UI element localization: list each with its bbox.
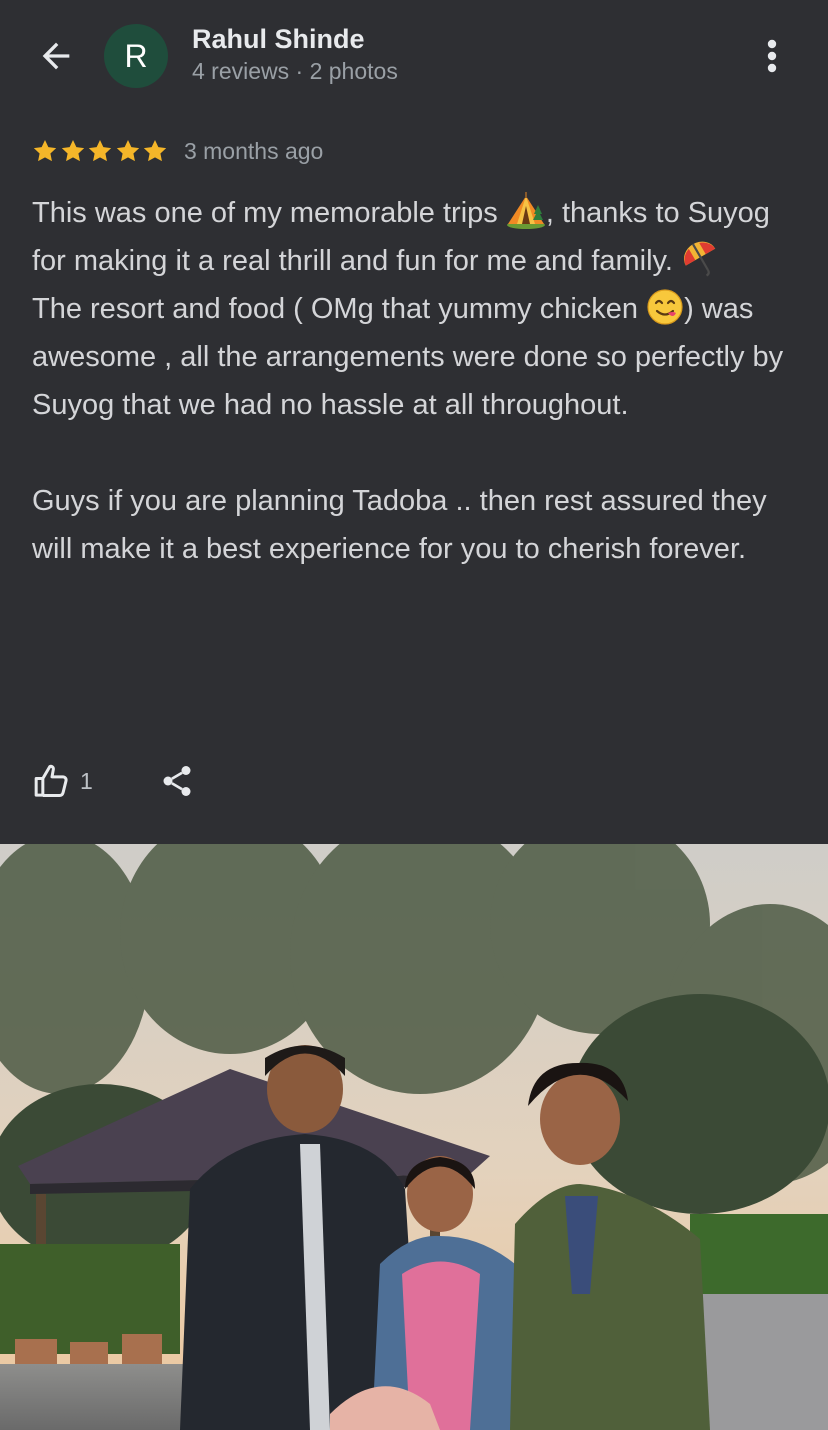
reviewer-meta: 4 reviews · 2 photos [192, 58, 398, 84]
like-button[interactable]: 1 [32, 761, 93, 801]
review-paragraph: The resort and food ( OMg that yummy chi… [32, 285, 802, 429]
share-button[interactable] [159, 762, 195, 800]
review-time: 3 months ago [183, 137, 324, 164]
review-paragraph: This was one of my memorable trips , tha… [32, 189, 802, 285]
avatar[interactable]: R [104, 24, 168, 88]
review-text-part: The resort and food ( OMg that yummy chi… [32, 293, 639, 325]
yum-face-emoji [647, 289, 683, 325]
review-actions: 1 [32, 758, 195, 804]
review-paragraph: Guys if you are planning Tadoba .. then … [32, 485, 767, 565]
review-page: R Rahul Shinde 4 reviews · 2 photos 3 mo… [0, 0, 828, 1430]
rating-row: 3 months ago [32, 134, 323, 168]
share-icon [163, 766, 191, 796]
review-text-part: This was one of my memorable trips [32, 197, 498, 229]
more-vertical-icon [767, 39, 777, 73]
star-icon [89, 139, 112, 162]
back-button[interactable] [30, 30, 82, 82]
arrow-back-icon [42, 42, 70, 70]
tent-emoji [506, 192, 545, 230]
star-icon [33, 139, 57, 162]
family-photo-image [0, 844, 828, 1430]
star-icon [61, 139, 84, 162]
star-rating [32, 138, 170, 164]
star-icon [144, 139, 167, 162]
review-body: This was one of my memorable trips , tha… [32, 189, 802, 573]
review-header: R Rahul Shinde 4 reviews · 2 photos [0, 0, 828, 116]
umbrella-emoji [684, 241, 716, 277]
review-photo[interactable] [0, 844, 828, 1430]
like-count: 1 [80, 767, 93, 794]
more-options-button[interactable] [748, 32, 796, 80]
thumb-up-icon [34, 764, 68, 797]
star-icon [116, 139, 139, 162]
reviewer-name[interactable]: Rahul Shinde [192, 24, 365, 55]
